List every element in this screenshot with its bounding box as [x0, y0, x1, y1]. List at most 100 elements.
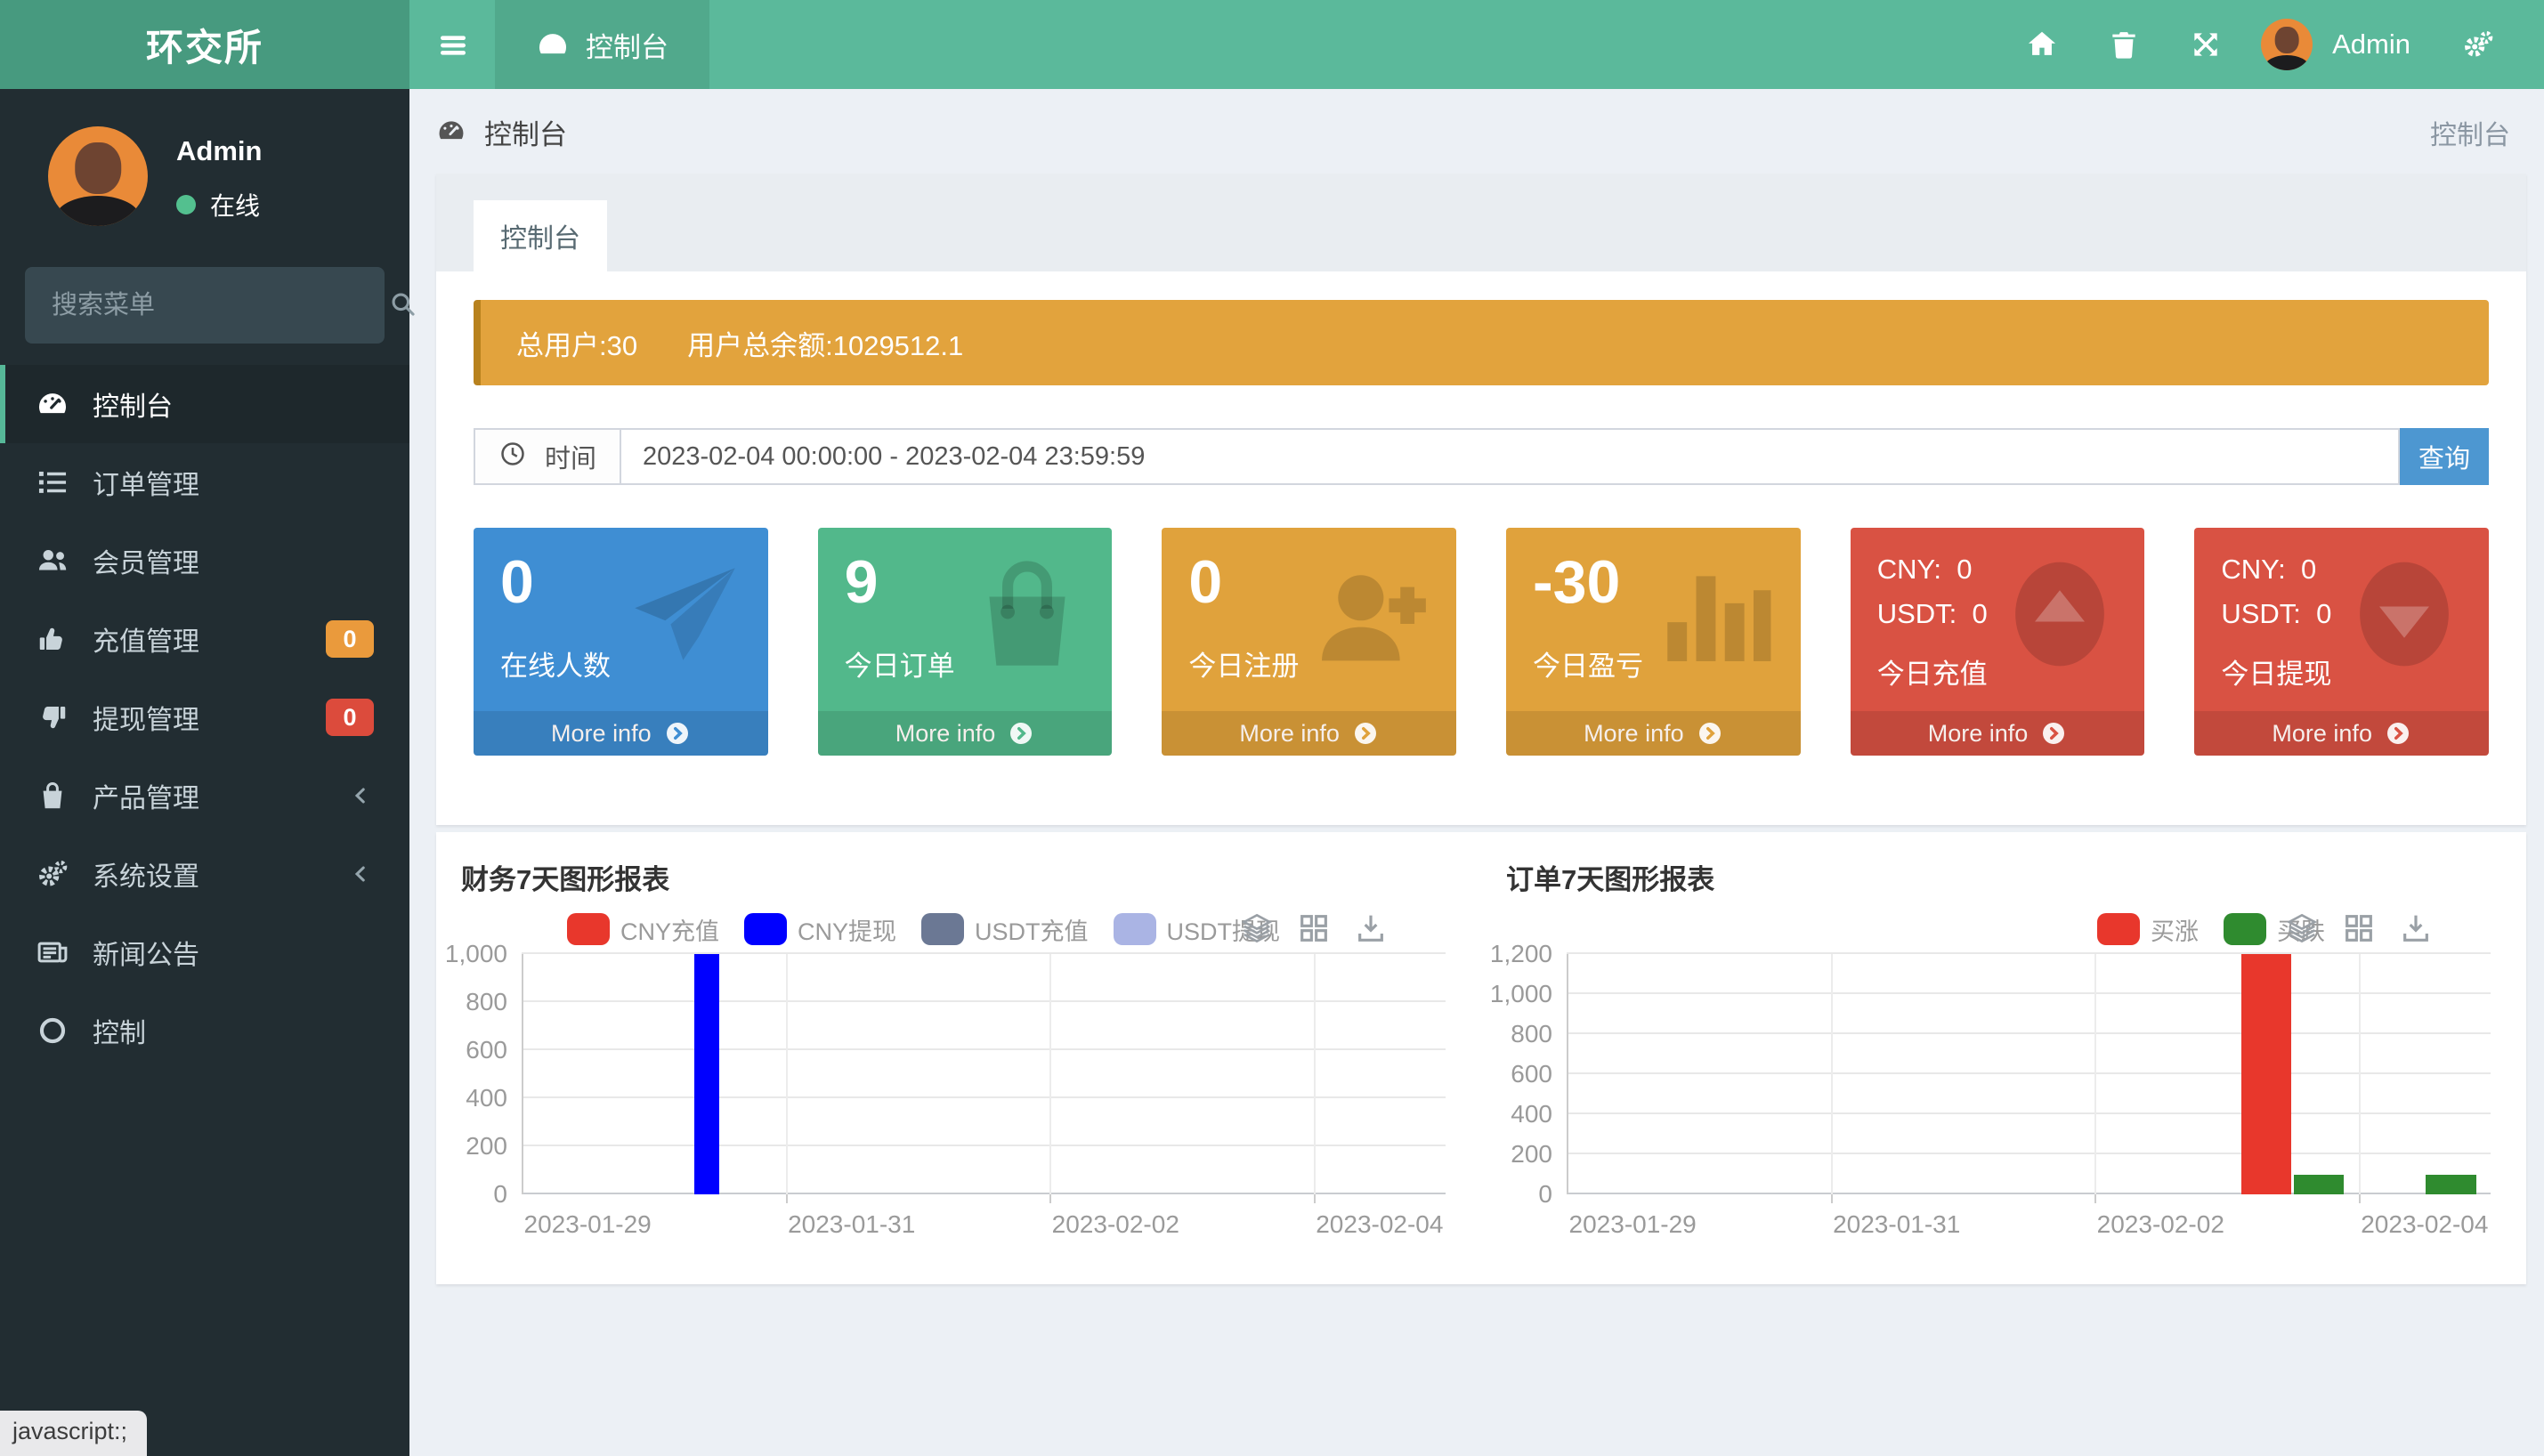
more-info-label: More info [2272, 720, 2372, 748]
sidebar-item-系统设置[interactable]: 系统设置 [0, 835, 409, 913]
home-icon [2025, 28, 2059, 61]
chart-toolbox [1239, 910, 1389, 946]
sidebar-search [25, 267, 385, 344]
sidebar-user-name: Admin [176, 135, 262, 167]
more-info-link[interactable]: More info [2194, 711, 2489, 756]
sidebar-item-label: 提现管理 [93, 698, 199, 737]
sidebar-item-label: 新闻公告 [93, 933, 199, 972]
gridline [1567, 1072, 2491, 1074]
sidebar-item-控制[interactable]: 控制 [0, 991, 409, 1070]
arrow-circle-right-icon [2385, 720, 2411, 747]
info-box-number: 0 [1188, 547, 1430, 617]
orders-chart-panel: 订单7天图形报表买涨买跌02004006008001,0001,2002023-… [1481, 832, 2526, 1284]
browser-status-bar: javascript:; [0, 1411, 147, 1456]
chevron-left-icon [347, 782, 374, 809]
legend-swatch [1114, 913, 1156, 945]
more-info-link[interactable]: More info [1162, 711, 1456, 756]
sidebar-item-订单管理[interactable]: 订单管理 [0, 443, 409, 522]
info-box-number: 9 [845, 547, 1086, 617]
count-badge: 0 [326, 699, 374, 736]
vertical-gridline [1049, 954, 1051, 1194]
tiled-icon[interactable] [2341, 910, 2377, 946]
info-box-value: USDT: 0 [2221, 592, 2462, 636]
sidebar-item-新闻公告[interactable]: 新闻公告 [0, 913, 409, 991]
nav-tab-dashboard[interactable]: 控制台 [495, 0, 709, 89]
more-info-link[interactable]: More info [474, 711, 768, 756]
gridline [522, 1000, 1446, 1002]
stack-icon[interactable] [1239, 910, 1275, 946]
stack-icon[interactable] [2284, 910, 2320, 946]
tab-dashboard[interactable]: 控制台 [474, 200, 607, 271]
brand-logo[interactable]: 环交所 [0, 0, 409, 89]
more-info-label: More info [1584, 720, 1684, 748]
info-box-今日提现: CNY: 0USDT: 0今日提现More info [2194, 528, 2489, 756]
sidebar-menu: 控制台订单管理会员管理充值管理0 提现管理 0 产品管理系统设置新闻公告控制 [0, 365, 409, 1070]
y-axis-tick-label: 1,200 [1490, 940, 1552, 968]
time-filter-label: 时间 [474, 428, 621, 485]
header-actions: Admin [2001, 0, 2544, 89]
tiled-icon[interactable] [1296, 910, 1332, 946]
more-info-link[interactable]: More info [818, 711, 1113, 756]
gridline [522, 1048, 1446, 1050]
breadcrumb[interactable]: 控制台 [436, 112, 567, 152]
menu-search-input[interactable] [52, 291, 387, 320]
trash-icon [2107, 28, 2141, 61]
time-filter: 时间 查询 [474, 428, 2489, 485]
legend-swatch [921, 913, 964, 945]
y-axis-tick-label: 600 [466, 1036, 507, 1064]
bar-买涨-2023-02-03 [2241, 954, 2291, 1194]
settings-button[interactable] [2437, 0, 2519, 89]
more-info-link[interactable]: More info [1851, 711, 2145, 756]
sidebar-item-label: 产品管理 [93, 776, 199, 815]
chart-title: 订单7天图形报表 [1506, 857, 1714, 897]
gears-icon [36, 857, 69, 891]
more-info-link[interactable]: More info [1506, 711, 1801, 756]
gridline [1567, 1112, 2491, 1114]
sidebar-user-panel: Admin 在线 [0, 89, 409, 244]
bar-买跌-2023-02-03 [2294, 1175, 2344, 1195]
search-icon[interactable] [387, 288, 417, 322]
list-icon [36, 465, 69, 499]
legend-item-CNY提现[interactable]: CNY提现 [744, 912, 896, 947]
home-button[interactable] [2001, 0, 2083, 89]
info-box-label: 今日充值 [1877, 651, 2119, 692]
gridline [1567, 1153, 2491, 1154]
clear-cache-button[interactable] [2083, 0, 2165, 89]
sidebar-item-产品管理[interactable]: 产品管理 [0, 756, 409, 835]
x-axis-tick [2094, 1194, 2096, 1203]
chevron-left-icon [347, 861, 374, 887]
legend-item-USDT充值[interactable]: USDT充值 [921, 912, 1089, 947]
sidebar-item-控制台[interactable]: 控制台 [0, 365, 409, 443]
legend-swatch [2097, 913, 2140, 945]
legend-item-买涨[interactable]: 买涨 [2097, 912, 2199, 947]
sidebar-toggle-button[interactable] [409, 0, 495, 89]
x-axis-tick [1314, 1194, 1316, 1203]
download-icon[interactable] [2398, 910, 2434, 946]
info-box-今日充值: CNY: 0USDT: 0今日充值More info [1851, 528, 2145, 756]
legend-item-CNY充值[interactable]: CNY充值 [567, 912, 719, 947]
info-box-在线人数: 0在线人数More info [474, 528, 768, 756]
user-menu[interactable]: Admin [2247, 19, 2437, 70]
x-axis-tick-label: 2023-02-04 [2361, 1210, 2488, 1239]
query-button[interactable]: 查询 [2400, 428, 2489, 485]
download-icon[interactable] [1353, 910, 1389, 946]
arrow-circle-right-icon [664, 720, 691, 747]
arrow-circle-right-icon [2040, 720, 2067, 747]
legend-label: 买涨 [2151, 912, 2199, 947]
sidebar-item-充值管理[interactable]: 充值管理0 [0, 600, 409, 678]
sidebar-item-提现管理[interactable]: 提现管理 0 [0, 678, 409, 756]
dashboard-card: 控制台 总用户:30 用户总余额:1029512.1 时间 查询 0在线人数Mo… [436, 174, 2526, 825]
y-axis-tick-label: 400 [466, 1084, 507, 1112]
date-range-input[interactable] [621, 428, 2400, 485]
fullscreen-button[interactable] [2165, 0, 2247, 89]
count-badge: 0 [326, 620, 374, 658]
sidebar-item-label: 系统设置 [93, 854, 199, 894]
gauge-icon [536, 28, 570, 61]
more-info-label: More info [551, 720, 652, 748]
y-axis-tick-label: 400 [1511, 1100, 1552, 1128]
info-box-label: 今日盈亏 [1533, 643, 1774, 684]
sidebar-item-会员管理[interactable]: 会员管理 [0, 522, 409, 600]
x-axis-tick [1831, 1194, 1833, 1203]
info-box-今日注册: 0今日注册More info [1162, 528, 1456, 756]
bar-买跌-2023-02-04 [2426, 1175, 2475, 1195]
